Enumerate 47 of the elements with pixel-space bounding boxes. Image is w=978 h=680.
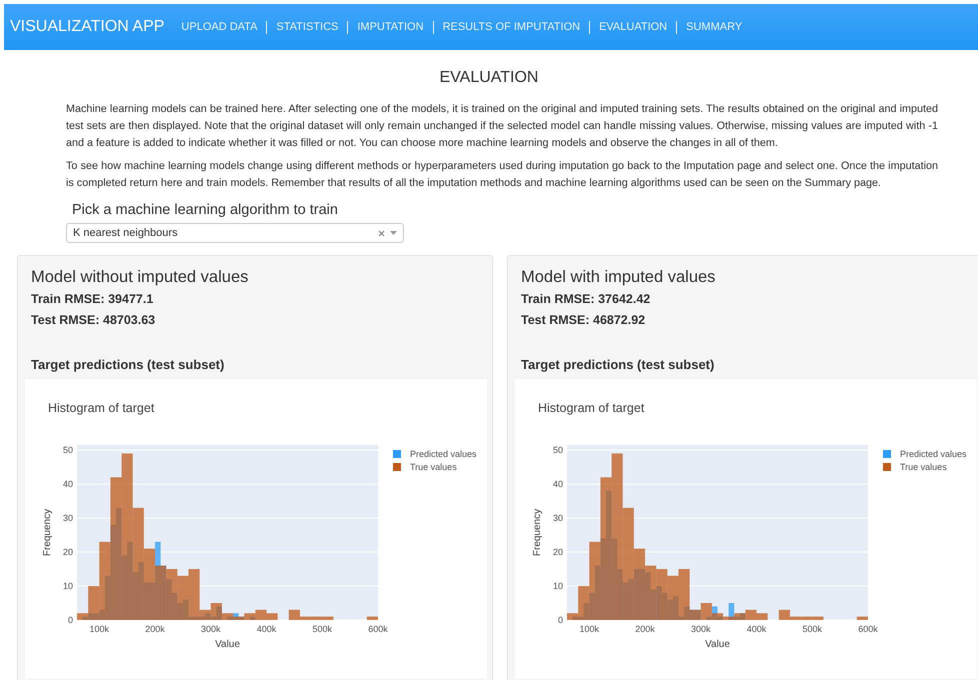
- section-title: Target predictions (test subset): [31, 357, 226, 372]
- description-paragraph: Machine learning models can be trained here. After selecting one of the models, it is trained on the original and imputed training sets. The results obtained on the original and imputed test sets are then displayed. Note that the original dataset will only remain unchanged if the selected model can handle missing values. Otherwise, missing values are imputed with -1 and a feature is added to indicate whether it was filled or not. You can choose more machine learning models and observe the changes in all of them.: [66, 102, 938, 151]
- tick-label: 20: [552, 547, 563, 558]
- card-title: Model without imputed values: [31, 268, 250, 287]
- tick-label: 30: [552, 513, 563, 524]
- picker-label: Pick a machine learning algorithm to train: [72, 202, 339, 218]
- tick-label: 20: [62, 547, 73, 558]
- tick-label: 0: [68, 615, 73, 625]
- tick-label: 40: [62, 479, 73, 490]
- axis-title: Frequency: [42, 508, 53, 556]
- tick-label: 400k: [746, 624, 766, 634]
- tick-label: 50: [62, 445, 73, 456]
- tick-label: 0: [558, 615, 563, 625]
- tick-label: 300k: [201, 624, 221, 634]
- tick-label: 200k: [635, 624, 655, 634]
- page-title: EVALUATION: [438, 69, 540, 87]
- axis-title: Value: [705, 639, 730, 650]
- axis-title: Frequency: [532, 508, 543, 556]
- tick-label: 500k: [802, 624, 822, 634]
- tick-label: 30: [62, 513, 73, 524]
- section-title: Target predictions (test subset): [521, 357, 716, 372]
- tick-label: 40: [552, 479, 563, 490]
- tick-label: 500k: [312, 624, 332, 634]
- tick-label: 100k: [90, 624, 110, 634]
- app-title: VISUALIZATION APP: [10, 18, 164, 36]
- chart-title: Histogram of target: [538, 401, 644, 415]
- metric-text: Test RMSE: 46872.92: [521, 313, 646, 327]
- legend-label: True values: [900, 462, 947, 472]
- tick-label: 600k: [368, 624, 388, 634]
- chart-title: Histogram of target: [48, 401, 154, 415]
- axis-title: Value: [215, 639, 240, 650]
- card-title: Model with imputed values: [521, 268, 716, 287]
- metric-text: Train RMSE: 39477.1: [31, 292, 154, 306]
- tick-label: 10: [62, 581, 73, 592]
- description-paragraph: To see how machine learning models change using different methods or hyperparameters used during imputation go back to the Imputation page and select one. Once the imputation is completed return here and train models. Remember that results of all the imputation methods and machine learning algorithms used can be seen on the Summary page.: [66, 159, 938, 191]
- metric-text: Train RMSE: 37642.42: [521, 292, 652, 306]
- legend-label: True values: [410, 462, 457, 472]
- tick-label: 400k: [256, 624, 276, 634]
- tick-label: 300k: [691, 624, 711, 634]
- tick-label: 600k: [858, 624, 878, 634]
- metric-text: Test RMSE: 48703.63: [31, 313, 156, 327]
- legend-label: Predicted values: [900, 449, 967, 459]
- tick-label: 50: [552, 445, 563, 456]
- tick-label: 100k: [580, 624, 600, 634]
- legend-label: Predicted values: [410, 449, 477, 459]
- tick-label: 10: [552, 581, 563, 592]
- tick-label: 200k: [145, 624, 165, 634]
